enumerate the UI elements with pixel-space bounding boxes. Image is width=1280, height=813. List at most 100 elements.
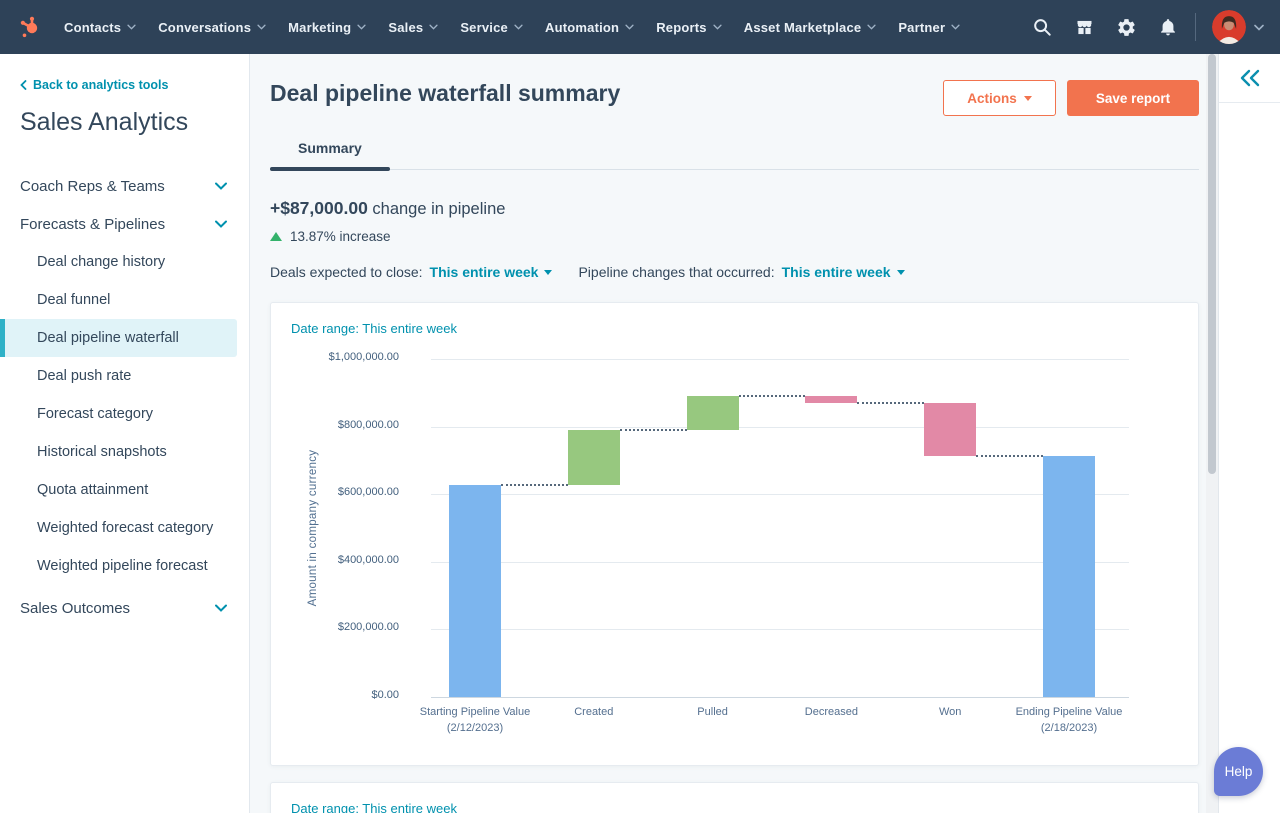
search-icon[interactable] [1021,0,1063,54]
gridline [431,494,1129,495]
gridline [431,427,1129,428]
x-axis-labels: Starting Pipeline Value (2/12/2023)Creat… [431,705,1129,751]
waterfall-connector [976,455,1043,457]
chevron-down-icon [897,270,905,275]
waterfall-bar-won[interactable] [924,403,976,455]
nav-item-partner[interactable]: Partner [898,20,960,35]
waterfall-connector [857,402,924,404]
secondary-chart-card: Date range: This entire week [270,782,1199,813]
nav-item-label: Partner [898,20,945,35]
nav-item-marketing[interactable]: Marketing [288,20,366,35]
help-button-label: Help [1225,764,1253,779]
nav-item-label: Sales [388,20,423,35]
waterfall-bar-decreased[interactable] [805,396,857,403]
x-axis-label-created: Created [534,705,654,721]
sidebar-item-deal-funnel[interactable]: Deal funnel [0,281,249,319]
filter-value-dropdown[interactable]: This entire week [782,264,905,280]
filter-value-label: This entire week [430,264,539,280]
nav-item-reports[interactable]: Reports [656,20,722,35]
x-axis-label-won: Won [890,705,1010,721]
filter-value-dropdown[interactable]: This entire week [430,264,553,280]
sidebar-item-forecast-category[interactable]: Forecast category [0,395,249,433]
chevron-down-icon [215,220,227,228]
kpi-caption: change in pipeline [368,200,506,218]
section-label: Sales Outcomes [20,600,130,617]
waterfall-chart-card: Date range: This entire week Amount in c… [270,302,1199,766]
x-axis-label-starting-pipeline-value-2-12-2023: Starting Pipeline Value (2/12/2023) [415,705,535,737]
waterfall-bar-ending-pipeline-value-2-18-2023[interactable] [1043,456,1095,697]
y-tick-label: $200,000.00 [271,621,399,633]
chevron-down-icon [215,604,227,612]
sidebar-item-weighted-pipeline-forecast[interactable]: Weighted pipeline forecast [0,547,249,585]
nav-item-label: Asset Marketplace [744,20,862,35]
chevron-down-icon[interactable] [1254,24,1264,31]
filter-label: Pipeline changes that occurred: [578,264,774,280]
nav-item-automation[interactable]: Automation [545,20,634,35]
nav-item-service[interactable]: Service [460,20,523,35]
collapsed-side-panel [1218,54,1280,813]
chevron-down-icon [544,270,552,275]
sidebar-report-list: Deal change historyDeal funnelDeal pipel… [0,243,249,585]
kpi-delta: 13.87% increase [270,229,391,244]
sidebar-item-quota-attainment[interactable]: Quota attainment [0,471,249,509]
chevron-down-icon [257,24,266,30]
sidebar-item-weighted-forecast-category[interactable]: Weighted forecast category [0,509,249,547]
main-content: Deal pipeline waterfall summary Actions … [250,54,1206,813]
nav-item-contacts[interactable]: Contacts [64,20,136,35]
chevron-down-icon [1024,96,1032,101]
actions-button[interactable]: Actions [943,80,1056,116]
back-to-analytics-tools-link[interactable]: Back to analytics tools [20,78,249,92]
chevron-down-icon [429,24,438,30]
sidebar-item-deal-pipeline-waterfall[interactable]: Deal pipeline waterfall [0,319,237,357]
collapse-panel-button[interactable] [1219,54,1280,103]
gridline [431,697,1129,698]
waterfall-bar-created[interactable] [568,430,620,485]
user-avatar[interactable] [1212,10,1246,44]
chart-date-range-label: Date range: This entire week [291,321,457,336]
double-chevron-left-icon [1239,68,1261,88]
bell-icon[interactable] [1147,0,1189,54]
sidebar-item-deal-change-history[interactable]: Deal change history [0,243,249,281]
nav-item-conversations[interactable]: Conversations [158,20,266,35]
kpi-value: +$87,000.00 [270,198,368,218]
save-report-button[interactable]: Save report [1067,80,1199,116]
section-label: Coach Reps & Teams [20,178,165,195]
nav-item-label: Marketing [288,20,351,35]
sidebar-section-coach-reps-teams[interactable]: Coach Reps & Teams [0,167,249,205]
sidebar-section-forecasts-pipelines[interactable]: Forecasts & Pipelines [0,205,249,243]
hubspot-logo-icon[interactable] [16,13,44,41]
filter-label: Deals expected to close: [270,264,423,280]
nav-item-asset-marketplace[interactable]: Asset Marketplace [744,20,877,35]
waterfall-bar-starting-pipeline-value-2-12-2023[interactable] [449,485,501,697]
increase-triangle-icon [270,232,282,241]
gridline [431,359,1129,360]
chevron-down-icon [713,24,722,30]
sidebar-item-deal-push-rate[interactable]: Deal push rate [0,357,249,395]
tab-label: Summary [298,140,362,156]
page-title: Deal pipeline waterfall summary [270,80,620,107]
main-nav-menu: Contacts Conversations Marketing Sales Servi… [64,0,960,54]
filter-deals-expected-to-close: Deals expected to close: This entire wee… [270,264,552,280]
tab-bar: Summary [270,140,1199,170]
scrollbar-thumb[interactable] [1208,54,1216,474]
nav-item-sales[interactable]: Sales [388,20,438,35]
waterfall-bar-pulled[interactable] [687,396,739,430]
sidebar-item-historical-snapshots[interactable]: Historical snapshots [0,433,249,471]
nav-item-label: Service [460,20,508,35]
waterfall-connector [620,429,687,431]
chevron-down-icon [951,24,960,30]
gear-icon[interactable] [1105,0,1147,54]
chevron-down-icon [625,24,634,30]
help-button[interactable]: Help [1214,747,1263,796]
tab-summary[interactable]: Summary [270,140,390,169]
marketplace-icon[interactable] [1063,0,1105,54]
waterfall-connector [501,484,568,486]
x-axis-label-pulled: Pulled [653,705,773,721]
chevron-left-icon [20,80,27,90]
nav-utility-cluster [1021,0,1268,54]
waterfall-connector [739,395,806,397]
x-axis-label-ending-pipeline-value-2-18-2023: Ending Pipeline Value (2/18/2023) [1009,705,1129,737]
sidebar-section-sales-outcomes[interactable]: Sales Outcomes [0,589,249,627]
gridline [431,629,1129,630]
vertical-scrollbar[interactable] [1206,54,1218,813]
